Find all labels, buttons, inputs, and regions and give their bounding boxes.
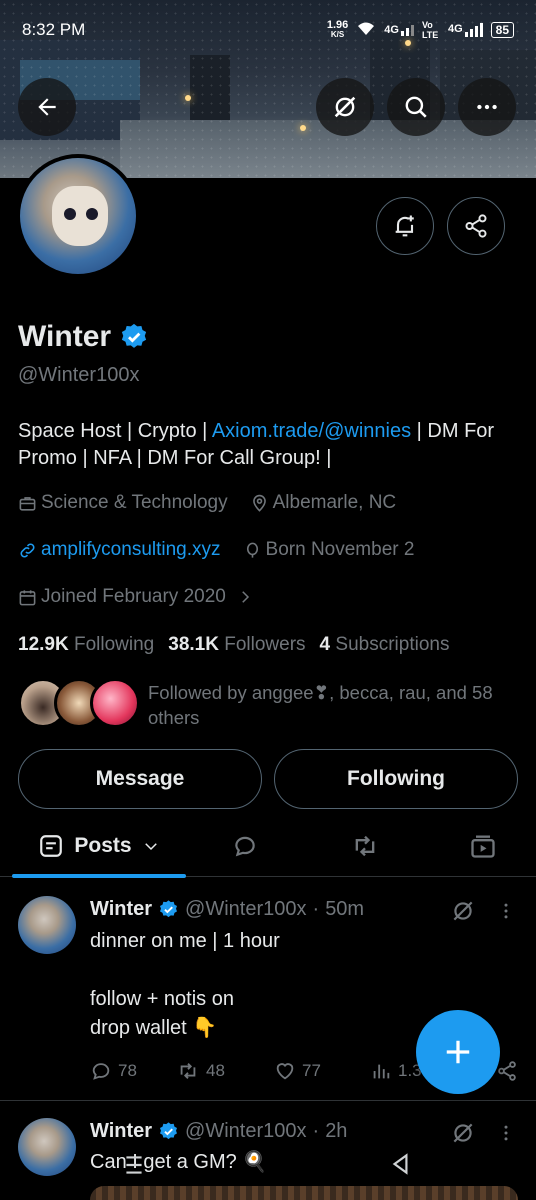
tweet-text: dinner on me | 1 hour follow + notis on … <box>90 930 280 1039</box>
more-vertical-icon[interactable] <box>496 900 516 922</box>
chevron-right-icon <box>242 591 249 603</box>
profile-stats: 12.9K Following 38.1K Followers 4 Subscr… <box>18 634 449 656</box>
signal-icon: 4G <box>384 24 414 36</box>
profile-meta-row-1: Science & Technology Albemarle, NC <box>18 492 396 514</box>
signal-icon-2: 4G <box>448 23 483 37</box>
system-nav-bar <box>0 1140 536 1200</box>
search-button[interactable] <box>387 78 445 136</box>
profile-joined: Joined February 2020 <box>41 586 226 607</box>
grok-icon[interactable] <box>450 898 476 924</box>
profile-bio: Space Host | Crypto | Axiom.trade/@winni… <box>18 420 495 469</box>
profile-handle: @Winter100x <box>18 364 140 386</box>
profile-joined-row[interactable]: Joined February 2020 <box>18 586 254 608</box>
active-tab-indicator <box>12 874 186 878</box>
views-button[interactable]: 1.3 <box>370 1060 422 1082</box>
tab-media[interactable] <box>453 815 513 877</box>
calendar-icon <box>19 589 36 605</box>
bio-link[interactable]: Axiom.trade/@winnies <box>212 420 411 442</box>
share-icon <box>465 214 487 238</box>
recents-icon[interactable] <box>120 1152 148 1178</box>
location-pin-icon <box>252 494 266 512</box>
verified-badge-icon <box>121 323 147 348</box>
repost-button[interactable]: 48 <box>176 1060 274 1082</box>
volte-label: Vo LTE <box>421 20 439 40</box>
plus-icon <box>446 1040 470 1064</box>
tweet-header: Winter @Winter100x · 50m <box>90 898 365 921</box>
tab-replies[interactable] <box>215 815 275 877</box>
tweet-divider <box>0 1100 536 1101</box>
heart-icon <box>276 1063 294 1080</box>
following-button[interactable]: Following <box>274 749 518 809</box>
more-options-button[interactable] <box>458 78 516 136</box>
follower-avatar <box>90 678 140 728</box>
share-icon[interactable] <box>496 1060 518 1082</box>
network-speed: 1.96 K/S <box>326 19 349 40</box>
message-button[interactable]: Message <box>18 749 262 809</box>
views-chart-icon <box>373 1064 390 1079</box>
subscriptions-stat[interactable]: 4 Subscriptions <box>320 634 450 656</box>
profile-category: Science & Technology <box>41 492 228 513</box>
chevron-down-icon <box>144 843 157 851</box>
tweet-avatar[interactable] <box>18 896 76 954</box>
status-bar: 8:32 PM 1.96 K/S 4G Vo LTE 4G 85 <box>0 0 536 60</box>
following-stat[interactable]: 12.9K Following <box>18 634 154 656</box>
battery-indicator: 85 <box>490 22 514 38</box>
back-arrow-icon <box>38 98 56 116</box>
search-icon <box>405 96 427 118</box>
tweet-actions: 78 48 77 1.3 <box>90 1060 422 1082</box>
reply-icon <box>92 1063 110 1080</box>
briefcase-icon <box>19 496 36 511</box>
tab-posts-label: Posts <box>74 834 132 857</box>
notifications-button[interactable] <box>376 197 434 255</box>
tweet-author-name[interactable]: Winter <box>90 898 152 921</box>
like-button[interactable]: 77 <box>274 1060 370 1082</box>
compose-post-button[interactable] <box>416 1010 500 1094</box>
grok-icon <box>334 96 356 118</box>
more-icon <box>477 104 497 110</box>
balloon-icon <box>246 542 258 558</box>
profile-location: Albemarle, NC <box>272 492 397 513</box>
profile-name: Winter <box>18 320 149 354</box>
link-icon <box>20 542 35 558</box>
posts-icon <box>40 835 63 857</box>
bell-plus-icon <box>395 215 414 237</box>
grok-button[interactable] <box>316 78 374 136</box>
followed-by-text: Followed by anggee❣, becca, rau, and 58 … <box>148 682 493 728</box>
status-time: 8:32 PM <box>22 20 86 39</box>
reply-icon <box>235 836 255 857</box>
wifi-icon <box>356 21 376 40</box>
profile-website-link[interactable]: amplifyconsulting.xyz <box>41 539 221 561</box>
repost-icon <box>355 835 375 857</box>
verified-badge-icon <box>160 1122 178 1140</box>
followers-stat[interactable]: 38.1K Followers <box>168 634 305 656</box>
reply-button[interactable]: 78 <box>90 1060 176 1082</box>
media-icon <box>471 835 495 858</box>
back-button[interactable] <box>18 78 76 136</box>
tweet-time: 50m <box>325 898 365 920</box>
tweet-author-handle: @Winter100x <box>185 898 307 920</box>
profile-meta-row-2: amplifyconsulting.xyz Born November 2 <box>18 539 414 561</box>
share-button[interactable] <box>447 197 505 255</box>
profile-tabs: Posts <box>0 815 536 877</box>
verified-badge-icon <box>160 900 178 918</box>
profile-birthday: Born November 2 <box>265 539 415 560</box>
tab-reposts[interactable] <box>335 815 395 877</box>
profile-avatar[interactable] <box>16 154 140 278</box>
system-back-icon[interactable] <box>388 1150 414 1178</box>
tab-posts[interactable]: Posts <box>12 815 186 877</box>
repost-icon <box>180 1063 196 1079</box>
